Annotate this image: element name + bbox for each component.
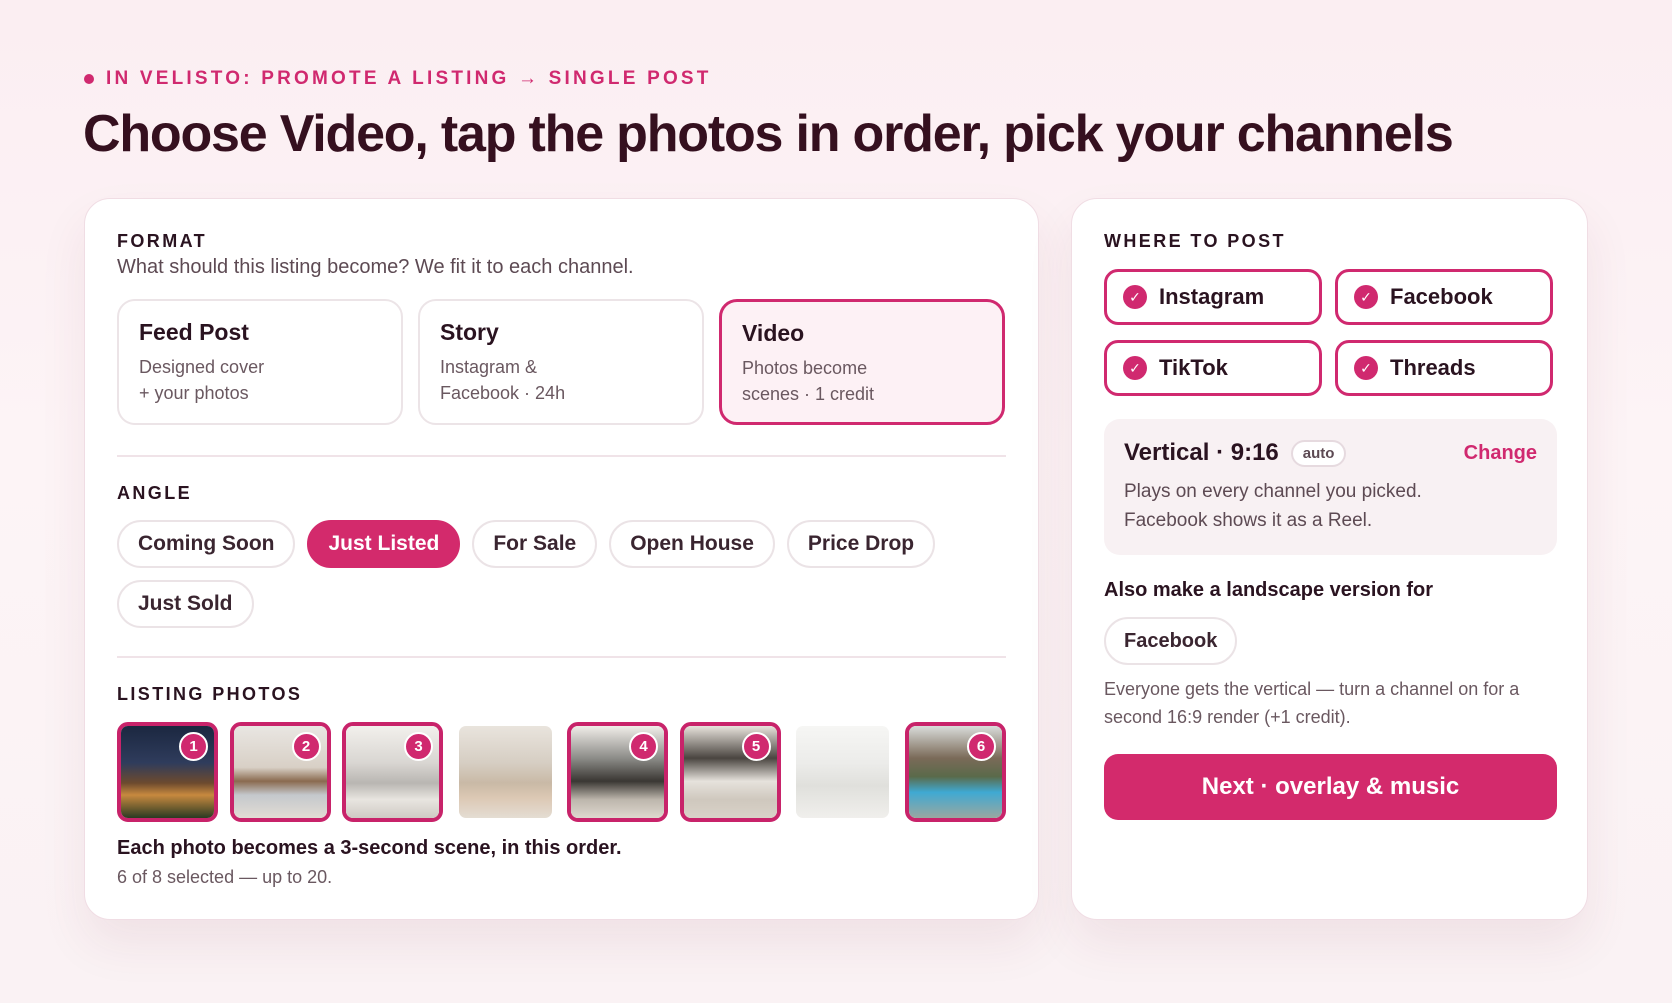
photo-thumbnail[interactable]: 4 xyxy=(567,722,668,822)
auto-badge: auto xyxy=(1290,439,1347,467)
photo-thumbnail[interactable] xyxy=(455,722,556,822)
angle-section-title: ANGLE xyxy=(117,483,192,503)
next-button[interactable]: Next · overlay & music xyxy=(1104,754,1557,820)
check-icon: ✓ xyxy=(1123,285,1147,309)
aspect-ratio-desc: Plays on every channel you picked. Faceb… xyxy=(1124,481,1422,531)
landscape-help: Everyone gets the vertical — turn a chan… xyxy=(1104,679,1520,727)
divider xyxy=(117,455,1006,457)
channel-facebook[interactable]: ✓ Facebook xyxy=(1335,269,1553,325)
format-option-desc: Photos become scenes · 1 credit xyxy=(742,358,875,404)
format-option-title: Feed Post xyxy=(139,319,249,345)
channel-instagram[interactable]: ✓ Instagram xyxy=(1104,269,1322,325)
breadcrumb-text: IN VELISTO: PROMOTE A LISTING → SINGLE P… xyxy=(106,68,712,89)
format-card: FORMAT What should this listing become? … xyxy=(84,198,1039,920)
breadcrumb: IN VELISTO: PROMOTE A LISTING → SINGLE P… xyxy=(84,68,712,90)
format-option-desc: Instagram & Facebook · 24h xyxy=(440,357,566,403)
channel-tiktok[interactable]: ✓ TikTok xyxy=(1104,340,1322,396)
check-icon: ✓ xyxy=(1354,356,1378,380)
aspect-ratio-panel: Vertical · 9:16 auto Change Plays on eve… xyxy=(1104,419,1557,555)
where-section-title: WHERE TO POST xyxy=(1104,231,1286,251)
change-ratio-link[interactable]: Change xyxy=(1464,442,1537,465)
channel-label: Instagram xyxy=(1159,284,1265,309)
photo-order-badge: 1 xyxy=(179,732,208,761)
check-icon: ✓ xyxy=(1354,285,1378,309)
angle-just-listed[interactable]: Just Listed xyxy=(307,520,461,568)
angle-price-drop[interactable]: Price Drop xyxy=(786,520,936,568)
photo-order-badge: 2 xyxy=(291,732,321,761)
landscape-facebook-toggle[interactable]: Facebook xyxy=(1104,617,1238,665)
channel-label: Threads xyxy=(1390,355,1476,380)
photo-order-badge: 4 xyxy=(629,732,658,761)
format-option-story[interactable]: Story Instagram & Facebook · 24h xyxy=(418,299,704,425)
divider xyxy=(117,656,1006,658)
photo-thumbnail[interactable] xyxy=(792,722,893,822)
angle-coming-soon[interactable]: Coming Soon xyxy=(117,520,296,568)
photo-thumbnail[interactable]: 6 xyxy=(904,722,1006,822)
photo-thumbnail[interactable]: 5 xyxy=(679,722,781,822)
photo-order-badge: 5 xyxy=(741,732,771,761)
format-option-video[interactable]: Video Photos become scenes · 1 credit xyxy=(719,299,1005,425)
landscape-title: Also make a landscape version for xyxy=(1104,579,1434,601)
photo-order-badge: 3 xyxy=(404,732,433,761)
photos-section-title: LISTING PHOTOS xyxy=(117,684,303,704)
photo-grid: 1 2 3 4 5 6 xyxy=(117,722,1006,822)
format-option-title: Video xyxy=(742,320,805,346)
photo-thumbnail[interactable]: 2 xyxy=(229,722,331,822)
format-subtitle: What should this listing become? We fit … xyxy=(117,256,634,278)
angle-options: Coming Soon Just Listed For Sale Open Ho… xyxy=(117,520,997,628)
check-icon: ✓ xyxy=(1123,356,1147,380)
photo-thumbnail[interactable]: 1 xyxy=(117,722,218,822)
channel-threads[interactable]: ✓ Threads xyxy=(1335,340,1553,396)
angle-for-sale[interactable]: For Sale xyxy=(472,520,598,568)
photos-note: Each photo becomes a 3-second scene, in … xyxy=(117,837,622,859)
page-title: Choose Video, tap the photos in order, p… xyxy=(83,105,1454,163)
format-option-feed-post[interactable]: Feed Post Designed cover + your photos xyxy=(117,299,403,425)
photo-order-badge: 6 xyxy=(966,732,996,761)
channel-label: TikTok xyxy=(1159,355,1228,380)
breadcrumb-dot-icon xyxy=(84,74,94,84)
format-option-desc: Designed cover + your photos xyxy=(139,357,265,403)
photo-thumbnail[interactable]: 3 xyxy=(342,722,443,822)
angle-open-house[interactable]: Open House xyxy=(609,520,775,568)
where-to-post-card: WHERE TO POST ✓ Instagram ✓ Facebook ✓ T… xyxy=(1071,198,1588,920)
photos-count: 6 of 8 selected — up to 20. xyxy=(117,867,333,887)
angle-just-sold[interactable]: Just Sold xyxy=(117,580,254,628)
format-section-title: FORMAT xyxy=(117,231,208,251)
aspect-ratio-label: Vertical · 9:16 xyxy=(1124,439,1279,466)
channel-label: Facebook xyxy=(1390,284,1493,309)
format-option-title: Story xyxy=(440,319,499,345)
